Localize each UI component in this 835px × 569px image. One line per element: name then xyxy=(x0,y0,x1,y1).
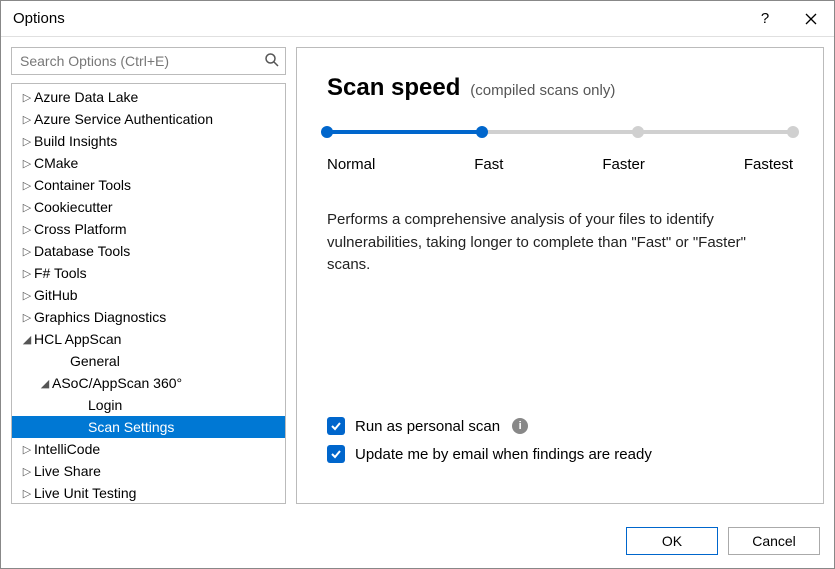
tree-item[interactable]: ▷Container Tools xyxy=(12,174,285,196)
tree-item[interactable]: ◢ASoC/AppScan 360° xyxy=(12,372,285,394)
email-update-label: Update me by email when findings are rea… xyxy=(355,446,652,463)
tree-item-label: IntelliCode xyxy=(34,441,100,457)
tree-item-label: Azure Data Lake xyxy=(34,89,138,105)
close-button[interactable] xyxy=(788,1,834,37)
panel-heading: Scan speed xyxy=(327,74,460,101)
collapsed-icon: ▷ xyxy=(20,465,34,478)
tree-item[interactable]: Scan Settings xyxy=(12,416,285,438)
collapsed-icon: ▷ xyxy=(20,201,34,214)
tree-item[interactable]: ▷Database Tools xyxy=(12,240,285,262)
slider-labels: Normal Fast Faster Fastest xyxy=(327,156,793,173)
tree-item-label: Live Unit Testing xyxy=(34,485,136,501)
tree-item[interactable]: ▷Live Unit Testing xyxy=(12,482,285,504)
collapsed-icon: ▷ xyxy=(20,245,34,258)
personal-scan-row: Run as personal scan i xyxy=(327,417,793,435)
options-dialog: Options ? ▷Azure Data Lake▷Azure Service… xyxy=(0,0,835,569)
collapsed-icon: ▷ xyxy=(20,179,34,192)
tree-item-label: Build Insights xyxy=(34,133,117,149)
expanded-icon: ◢ xyxy=(20,333,34,346)
slider-track xyxy=(327,126,793,138)
ok-button[interactable]: OK xyxy=(626,527,718,555)
tree-item[interactable]: ▷GitHub xyxy=(12,284,285,306)
dialog-footer: OK Cancel xyxy=(1,514,834,568)
slider-stop[interactable] xyxy=(321,126,333,138)
email-update-row: Update me by email when findings are rea… xyxy=(327,445,793,463)
speed-description: Performs a comprehensive analysis of you… xyxy=(327,209,793,277)
slider-stop[interactable] xyxy=(787,126,799,138)
slider-stop[interactable] xyxy=(632,126,644,138)
tree-item-label: Cookiecutter xyxy=(34,199,113,215)
slider-stop-label: Fastest xyxy=(744,156,793,173)
tree-item[interactable]: ▷Live Share xyxy=(12,460,285,482)
left-pane: ▷Azure Data Lake▷Azure Service Authentic… xyxy=(11,47,286,504)
tree-item[interactable]: ▷CMake xyxy=(12,152,285,174)
expanded-icon: ◢ xyxy=(38,377,52,390)
window-title: Options xyxy=(13,10,742,27)
close-icon xyxy=(805,13,817,25)
tree-item-label: Scan Settings xyxy=(88,419,174,435)
search-wrap xyxy=(11,47,286,75)
check-icon xyxy=(330,448,342,460)
tree-item-label: CMake xyxy=(34,155,78,171)
tree-item-label: General xyxy=(70,353,120,369)
search-input[interactable] xyxy=(11,47,286,75)
help-button[interactable]: ? xyxy=(742,1,788,37)
tree-item-label: Azure Service Authentication xyxy=(34,111,213,127)
collapsed-icon: ▷ xyxy=(20,289,34,302)
collapsed-icon: ▷ xyxy=(20,135,34,148)
tree-item[interactable]: Login xyxy=(12,394,285,416)
personal-scan-label: Run as personal scan xyxy=(355,418,500,435)
tree-item-label: Graphics Diagnostics xyxy=(34,309,166,325)
slider-stop-label: Normal xyxy=(327,156,375,173)
slider-fill xyxy=(331,130,486,134)
settings-panel: Scan speed (compiled scans only) Normal F… xyxy=(296,47,824,504)
collapsed-icon: ▷ xyxy=(20,113,34,126)
info-icon[interactable]: i xyxy=(512,418,528,434)
collapsed-icon: ▷ xyxy=(20,487,34,500)
collapsed-icon: ▷ xyxy=(20,157,34,170)
tree-item[interactable]: ▷Azure Service Authentication xyxy=(12,108,285,130)
tree-item-label: Cross Platform xyxy=(34,221,127,237)
dialog-body: ▷Azure Data Lake▷Azure Service Authentic… xyxy=(1,37,834,514)
personal-scan-checkbox[interactable] xyxy=(327,417,345,435)
tree-item-label: ASoC/AppScan 360° xyxy=(52,375,182,391)
search-icon xyxy=(264,52,280,68)
collapsed-icon: ▷ xyxy=(20,267,34,280)
panel-subheading: (compiled scans only) xyxy=(470,82,615,99)
titlebar: Options ? xyxy=(1,1,834,37)
collapsed-icon: ▷ xyxy=(20,443,34,456)
slider-stop[interactable] xyxy=(476,126,488,138)
tree-item[interactable]: General xyxy=(12,350,285,372)
tree-item[interactable]: ▷Build Insights xyxy=(12,130,285,152)
tree-item[interactable]: ▷Graphics Diagnostics xyxy=(12,306,285,328)
tree-item-label: Login xyxy=(88,397,122,413)
tree-item-label: Live Share xyxy=(34,463,101,479)
tree-item-label: F# Tools xyxy=(34,265,87,281)
tree-item-label: Container Tools xyxy=(34,177,131,193)
tree-item[interactable]: ▷F# Tools xyxy=(12,262,285,284)
cancel-button[interactable]: Cancel xyxy=(728,527,820,555)
options-tree[interactable]: ▷Azure Data Lake▷Azure Service Authentic… xyxy=(11,83,286,504)
tree-item-label: GitHub xyxy=(34,287,78,303)
collapsed-icon: ▷ xyxy=(20,91,34,104)
collapsed-icon: ▷ xyxy=(20,311,34,324)
tree-item[interactable]: ▷Azure Data Lake xyxy=(12,86,285,108)
tree-item[interactable]: ▷IntelliCode xyxy=(12,438,285,460)
slider-stop-label: Fast xyxy=(474,156,503,173)
checkbox-group: Run as personal scan i Update me by emai… xyxy=(327,407,793,473)
email-update-checkbox[interactable] xyxy=(327,445,345,463)
tree-item[interactable]: ◢HCL AppScan xyxy=(12,328,285,350)
slider-stop-label: Faster xyxy=(602,156,645,173)
check-icon xyxy=(330,420,342,432)
panel-heading-row: Scan speed (compiled scans only) xyxy=(327,74,793,102)
tree-item[interactable]: ▷Cookiecutter xyxy=(12,196,285,218)
tree-item[interactable]: ▷Cross Platform xyxy=(12,218,285,240)
scan-speed-slider[interactable]: Normal Fast Faster Fastest xyxy=(327,126,793,173)
tree-item-label: Database Tools xyxy=(34,243,130,259)
tree-item-label: HCL AppScan xyxy=(34,331,121,347)
collapsed-icon: ▷ xyxy=(20,223,34,236)
